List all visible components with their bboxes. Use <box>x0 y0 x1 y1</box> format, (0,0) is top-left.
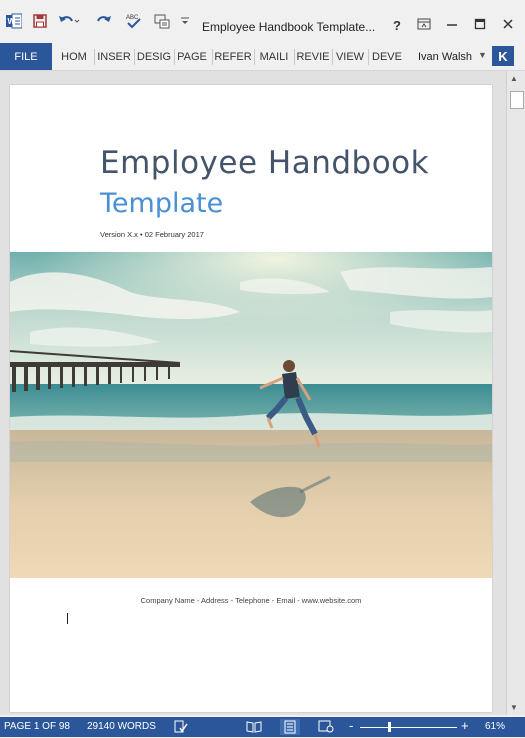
document-page[interactable]: Employee Handbook Template Version X.x •… <box>10 85 492 712</box>
touch-mode-icon[interactable] <box>154 12 170 30</box>
tab-mailings[interactable]: MAILI <box>256 43 292 70</box>
read-mode-icon[interactable] <box>246 720 262 736</box>
document-heading: Employee Handbook <box>100 145 430 181</box>
cover-photo <box>10 252 492 578</box>
customize-icon[interactable] <box>180 12 190 30</box>
maximize-icon[interactable] <box>472 17 488 35</box>
avatar[interactable]: K <box>492 46 514 66</box>
tab-insert[interactable]: INSER <box>96 43 132 70</box>
zoom-out-button[interactable]: - <box>349 718 353 733</box>
tab-file[interactable]: FILE <box>0 43 52 70</box>
redo-icon[interactable] <box>96 12 112 30</box>
scroll-up-icon[interactable]: ▲ <box>510 74 518 83</box>
minimize-icon[interactable] <box>444 17 460 35</box>
company-footer: Company Name - Address - Telephone - Ema… <box>140 596 362 605</box>
close-icon[interactable] <box>500 17 516 35</box>
tab-separator <box>368 49 369 65</box>
zoom-slider-track[interactable] <box>360 727 457 728</box>
tab-separator <box>254 49 255 65</box>
tab-separator <box>212 49 213 65</box>
chevron-down-icon[interactable]: ▼ <box>478 50 487 60</box>
tab-separator <box>332 49 333 65</box>
document-subheading: Template <box>100 188 224 219</box>
ribbon-display-options-icon[interactable] <box>416 17 432 35</box>
scrollbar-thumb[interactable] <box>510 91 524 109</box>
tab-review[interactable]: REVIE <box>296 43 330 70</box>
tab-developer[interactable]: DEVE <box>370 43 404 70</box>
document-title: Employee Handbook Template... <box>202 20 376 34</box>
web-layout-icon[interactable] <box>318 720 334 736</box>
tab-design[interactable]: DESIG <box>136 43 172 70</box>
svg-text:W: W <box>8 17 16 26</box>
ribbon-tabs: FILE HOM INSER DESIG PAGE REFER MAILI RE… <box>0 40 525 71</box>
tab-separator <box>94 49 95 65</box>
scroll-down-icon[interactable]: ▼ <box>510 703 518 712</box>
tab-separator <box>134 49 135 65</box>
svg-text:ABC: ABC <box>126 15 139 21</box>
tab-separator <box>174 49 175 65</box>
help-button[interactable]: ? <box>389 17 405 35</box>
title-bar: W ABC Employee Handbook Template... ? <box>0 0 525 40</box>
text-cursor <box>67 613 68 624</box>
user-name[interactable]: Ivan Walsh <box>418 51 472 63</box>
word-count[interactable]: 29140 WORDS <box>87 721 156 732</box>
tab-home[interactable]: HOM <box>56 43 92 70</box>
zoom-level[interactable]: 61% <box>485 721 505 732</box>
spelling-icon[interactable]: ABC <box>126 12 142 30</box>
tab-view[interactable]: VIEW <box>334 43 366 70</box>
proofing-icon[interactable] <box>174 720 188 736</box>
save-icon[interactable] <box>32 12 48 30</box>
print-layout-icon[interactable] <box>280 719 300 735</box>
version-line: Version X.x • 02 February 2017 <box>100 230 204 239</box>
tab-page-layout[interactable]: PAGE <box>176 43 208 70</box>
word-icon[interactable]: W <box>6 12 22 30</box>
tab-separator <box>294 49 295 65</box>
tab-references[interactable]: REFER <box>214 43 252 70</box>
page-indicator[interactable]: PAGE 1 OF 98 <box>4 721 70 732</box>
vertical-scrollbar[interactable]: ▲ ▼ <box>506 71 525 715</box>
zoom-slider-thumb[interactable] <box>388 722 391 732</box>
undo-icon[interactable] <box>58 12 80 30</box>
status-bar: PAGE 1 OF 98 29140 WORDS - + 61% <box>0 717 525 737</box>
zoom-in-button[interactable]: + <box>461 718 469 733</box>
